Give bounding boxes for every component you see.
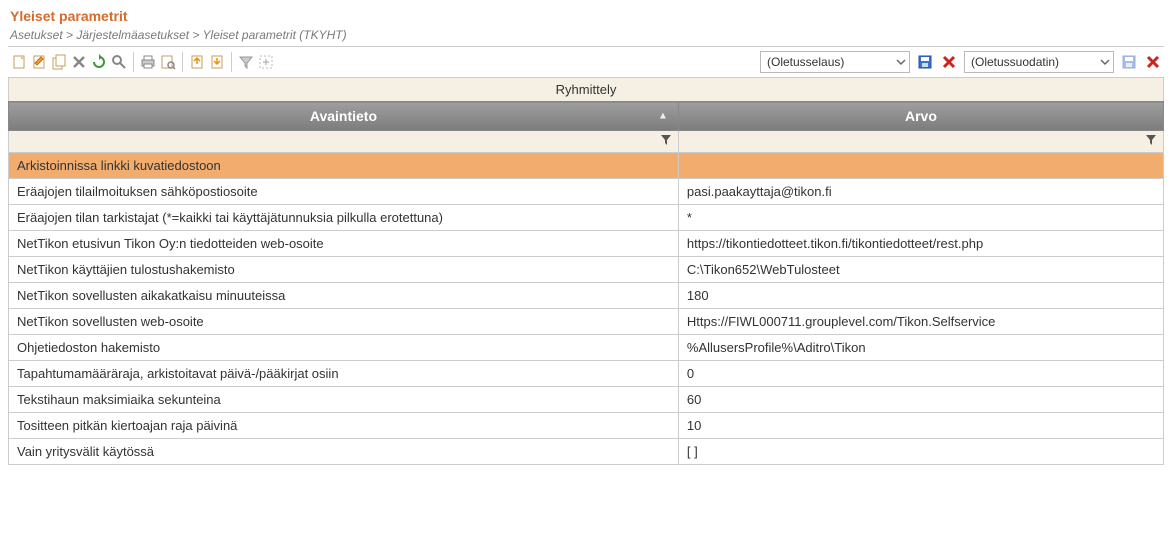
cell-value[interactable]: * [678,205,1163,231]
new-icon[interactable] [10,53,28,71]
cell-key[interactable]: NetTikon etusivun Tikon Oy:n tiedotteide… [9,231,679,257]
toolbar-separator [133,52,134,72]
search-icon[interactable] [110,53,128,71]
table-row[interactable]: Eräajojen tilailmoituksen sähköpostiosoi… [9,179,1164,205]
breadcrumb: Asetukset > Järjestelmäasetukset > Yleis… [8,26,1164,47]
cell-key[interactable]: Tapahtumamääräraja, arkistoitavat päivä-… [9,361,679,387]
toolbar-right: (Oletusselaus) (Oletussuodatin) [760,51,1162,73]
cell-value[interactable]: %AllusersProfile%\Aditro\Tikon [678,335,1163,361]
column-header-value[interactable]: Arvo [678,102,1163,131]
filter-cell-value[interactable] [678,131,1163,153]
table-row[interactable]: Tositteen pitkän kiertoajan raja päivinä… [9,413,1164,439]
cell-value[interactable]: 0 [678,361,1163,387]
cell-value[interactable]: [ ] [678,439,1163,465]
cell-key[interactable]: NetTikon sovellusten web-osoite [9,309,679,335]
toolbar-separator [182,52,183,72]
table-row[interactable]: Arkistoinnissa linkki kuvatiedostoon [9,153,1164,179]
toolbar: (Oletusselaus) (Oletussuodatin) [8,47,1164,77]
import-icon[interactable] [208,53,226,71]
delete-browse-icon[interactable] [940,53,958,71]
funnel-icon[interactable] [660,135,672,149]
parameters-grid: Avaintieto ▲ Arvo [8,101,1164,465]
browse-dropdown[interactable]: (Oletusselaus) [760,51,910,73]
print-icon[interactable] [139,53,157,71]
cell-key[interactable]: NetTikon sovellusten aikakatkaisu minuut… [9,283,679,309]
column-header-value-label: Arvo [905,108,937,124]
cell-key[interactable]: Ohjetiedoston hakemisto [9,335,679,361]
cell-value[interactable]: pasi.paakayttaja@tikon.fi [678,179,1163,205]
cell-key[interactable]: NetTikon käyttäjien tulostushakemisto [9,257,679,283]
save-browse-icon[interactable] [916,53,934,71]
table-row[interactable]: Vain yritysvälit käytössä[ ] [9,439,1164,465]
print-preview-icon[interactable] [159,53,177,71]
edit-icon[interactable] [30,53,48,71]
export-icon[interactable] [188,53,206,71]
table-row[interactable]: NetTikon etusivun Tikon Oy:n tiedotteide… [9,231,1164,257]
filter-dropdown[interactable]: (Oletussuodatin) [964,51,1114,73]
filter-dropdown-label: (Oletussuodatin) [971,55,1059,69]
copy-icon[interactable] [50,53,68,71]
delete-icon[interactable] [70,53,88,71]
table-row[interactable]: NetTikon sovellusten aikakatkaisu minuut… [9,283,1164,309]
table-row[interactable]: Tapahtumamääräraja, arkistoitavat päivä-… [9,361,1164,387]
chevron-down-icon [1099,56,1111,68]
toolbar-left [10,52,275,72]
cell-value[interactable]: Https://FIWL000711.grouplevel.com/Tikon.… [678,309,1163,335]
cell-key[interactable]: Eräajojen tilan tarkistajat (*=kaikki ta… [9,205,679,231]
cell-key[interactable]: Tositteen pitkän kiertoajan raja päivinä [9,413,679,439]
browse-dropdown-label: (Oletusselaus) [767,55,844,69]
cell-key[interactable]: Vain yritysvälit käytössä [9,439,679,465]
table-row[interactable]: Tekstihaun maksimiaika sekunteina60 [9,387,1164,413]
delete-filter-icon[interactable] [1144,53,1162,71]
funnel-icon[interactable] [1145,135,1157,149]
expand-icon[interactable] [257,53,275,71]
cell-value[interactable]: 10 [678,413,1163,439]
cell-key[interactable]: Tekstihaun maksimiaika sekunteina [9,387,679,413]
group-bar[interactable]: Ryhmittely [8,77,1164,101]
table-row[interactable]: Ohjetiedoston hakemisto%AllusersProfile%… [9,335,1164,361]
cell-value[interactable]: https://tikontiedotteet.tikon.fi/tikonti… [678,231,1163,257]
page-title: Yleiset parametrit [8,4,1164,26]
table-row[interactable]: NetTikon sovellusten web-osoiteHttps://F… [9,309,1164,335]
toolbar-separator [231,52,232,72]
table-row[interactable]: NetTikon käyttäjien tulostushakemistoC:\… [9,257,1164,283]
column-header-key[interactable]: Avaintieto ▲ [9,102,679,131]
cell-key[interactable]: Eräajojen tilailmoituksen sähköpostiosoi… [9,179,679,205]
cell-key[interactable]: Arkistoinnissa linkki kuvatiedostoon [9,153,679,179]
table-row[interactable]: Eräajojen tilan tarkistajat (*=kaikki ta… [9,205,1164,231]
filter-cell-key[interactable] [9,131,679,153]
filter-toggle-icon[interactable] [237,53,255,71]
refresh-icon[interactable] [90,53,108,71]
save-filter-icon[interactable] [1120,53,1138,71]
cell-value[interactable]: 180 [678,283,1163,309]
column-header-key-label: Avaintieto [310,108,377,124]
chevron-down-icon [895,56,907,68]
cell-value[interactable]: C:\Tikon652\WebTulosteet [678,257,1163,283]
sort-ascending-icon: ▲ [658,111,668,122]
cell-value[interactable]: 60 [678,387,1163,413]
cell-value[interactable] [678,153,1163,179]
